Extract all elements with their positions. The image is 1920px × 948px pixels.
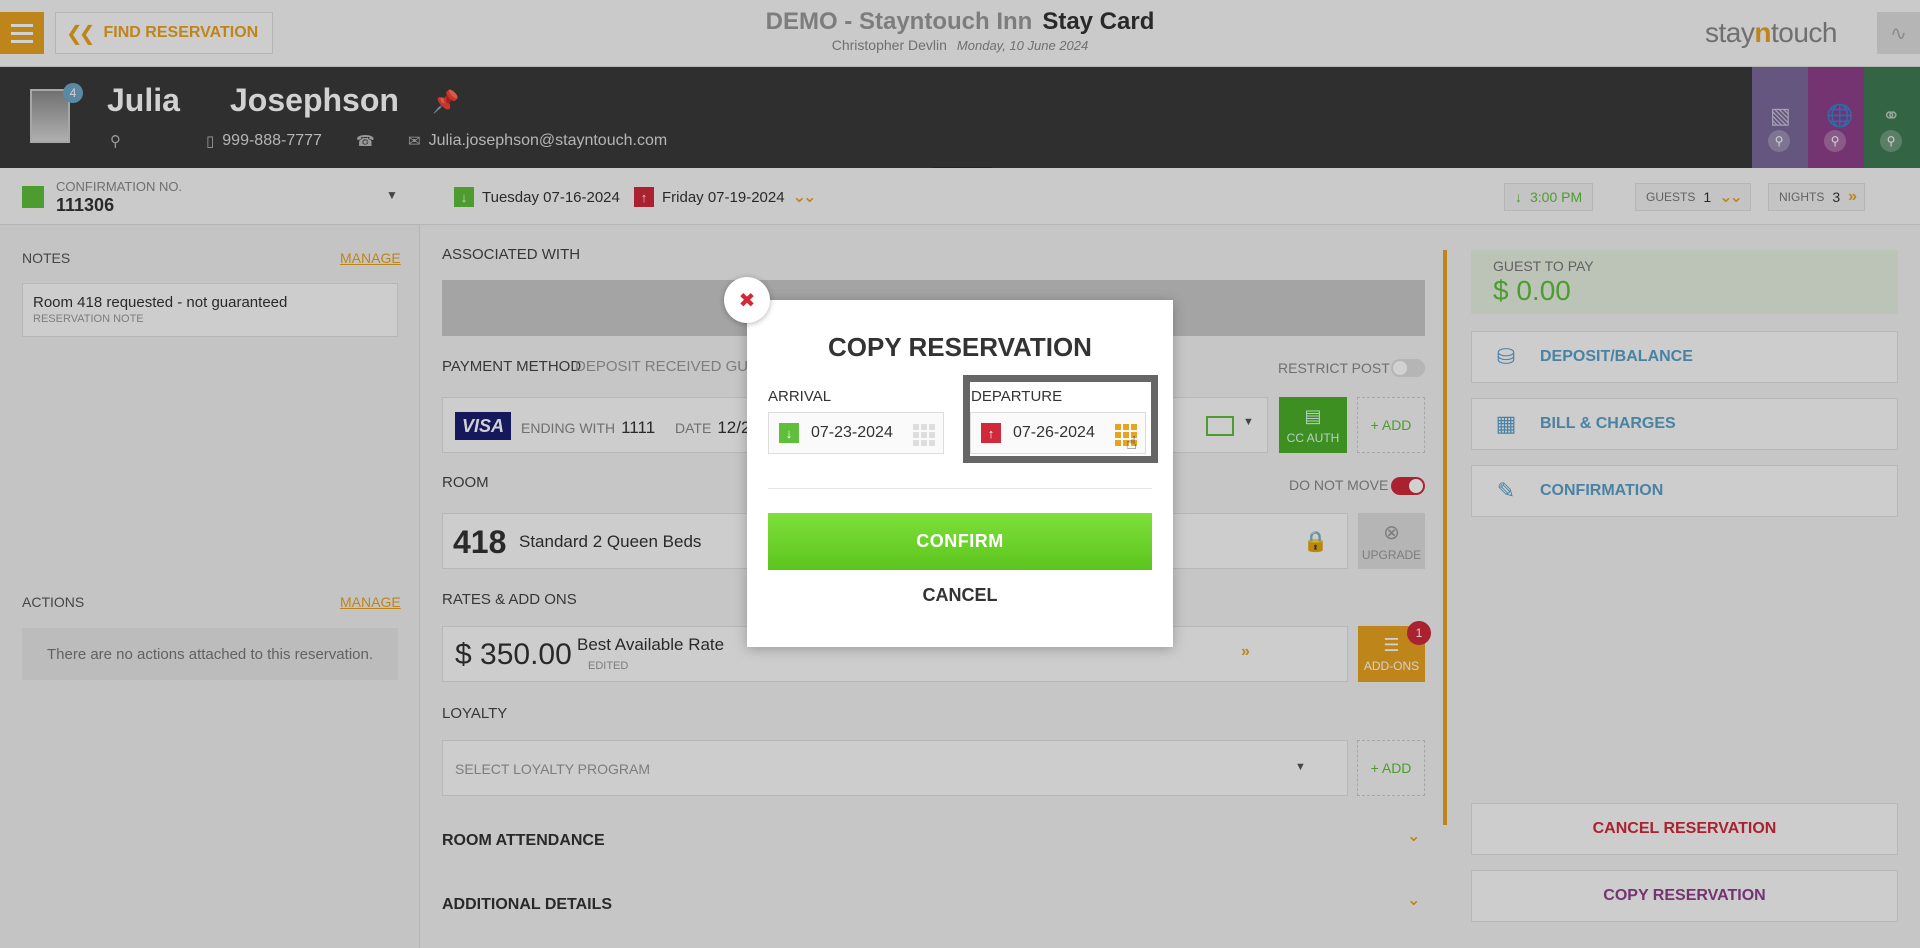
cancel-button[interactable]: CANCEL [747,585,1173,606]
close-icon[interactable]: ✖ [724,277,770,323]
arrival-date-input[interactable]: ↓ 07-23-2024 [768,412,944,454]
arrival-label: ARRIVAL [768,388,832,405]
arrival-date-value: 07-23-2024 [811,424,893,441]
modal-divider [768,488,1152,489]
confirm-button[interactable]: CONFIRM [768,513,1152,570]
arrow-down-icon: ↓ [779,423,799,443]
modal-title: COPY RESERVATION [828,332,1092,362]
calendar-icon[interactable] [913,424,935,446]
copy-reservation-modal: COPY RESERVATION ARRIVAL DEPARTURE ↓ 07-… [747,300,1173,647]
hand-cursor-icon: ☝ [1126,433,1137,453]
